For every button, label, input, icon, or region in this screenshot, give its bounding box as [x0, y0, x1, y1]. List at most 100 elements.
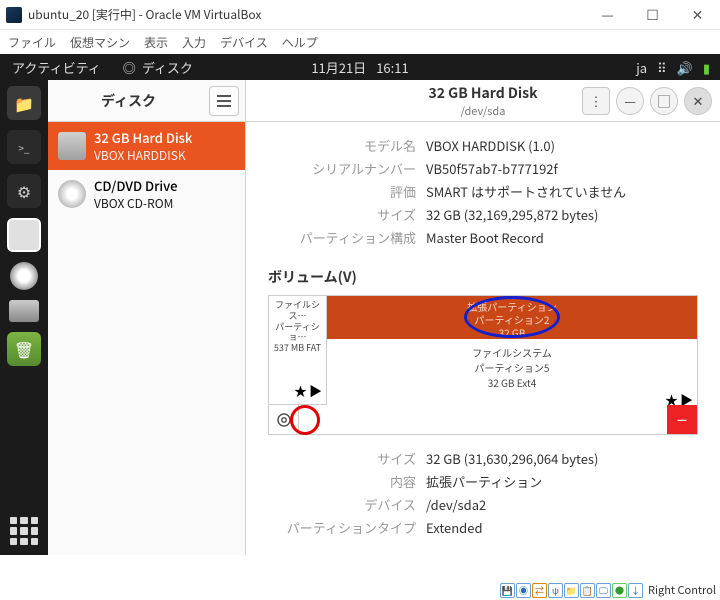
sb-record-icon[interactable]: ● [612, 583, 627, 598]
gnome-topbar: アクティビティ ◎ ディスク 11月21日 16:11 ja ⠿ 🔊 ▮ [0, 54, 720, 80]
label-model: モデル名 [246, 136, 426, 155]
host-key-label: Right Control [648, 582, 716, 598]
vbox-statusbar: 💾 ◉ ⇄ ψ 📁 📋 🖵 ● ↓ Right Control [496, 580, 720, 600]
disk-item-subtitle: VBOX CD-ROM [94, 195, 178, 212]
dock-disks-icon[interactable] [7, 218, 41, 252]
delete-partition-button[interactable]: − [667, 405, 697, 434]
vbox-menubar: ファイル 仮想マシン 表示 入力 デバイス ヘルプ [0, 30, 720, 54]
part1-size: 537 MB FAT [271, 343, 324, 354]
value-device: /dev/sda2 [426, 495, 486, 514]
maximize-button[interactable]: ☐ [630, 0, 675, 30]
disk-item-subtitle: VBOX HARDDISK [94, 147, 192, 164]
partition-2[interactable]: 拡張パーティション パーティション2 32 GB ファイルシステム パーティショ… [327, 296, 697, 404]
dock-apps-button[interactable] [10, 517, 38, 545]
sb-folder-icon[interactable]: 📁 [564, 583, 579, 598]
detail-title: 32 GB Hard Disk [428, 83, 537, 103]
label-assessment: 評価 [246, 182, 426, 201]
volumes-title: ボリューム(V) [246, 257, 720, 295]
minimize-button[interactable]: — [616, 87, 644, 115]
value-assessment: SMART はサポートされていません [426, 182, 626, 201]
time-label: 16:11 [376, 58, 408, 77]
disk-item-title: CD/DVD Drive [94, 176, 178, 195]
volume-strip: ファイルシス… パーティショ… 537 MB FAT ★▶ 拡張パーティション … [268, 295, 698, 405]
sb-network-icon[interactable]: ⇄ [532, 583, 547, 598]
label-content: 内容 [246, 472, 426, 491]
window-title: ubuntu_20 [実行中] - Oracle VM VirtualBox [28, 6, 585, 23]
disks-sidebar: ディスク 32 GB Hard Disk VBOX HARDDISK CD/DV… [48, 80, 246, 555]
menu-view[interactable]: 表示 [144, 34, 168, 51]
dock-cd-icon[interactable] [10, 262, 38, 290]
label-serial: シリアルナンバー [246, 159, 426, 178]
vbox-icon [6, 7, 22, 23]
drive-menu-button[interactable]: ⋮ [582, 87, 610, 115]
volume-settings-button[interactable] [269, 405, 299, 434]
dock-trash-icon[interactable]: 🗑 [7, 332, 41, 366]
menu-input[interactable]: 入力 [182, 34, 206, 51]
sb-mouse-icon[interactable]: ↓ [628, 583, 643, 598]
menu-help[interactable]: ヘルプ [282, 34, 318, 51]
content-area: 📁 >_ ⚙ 🗑 ディスク 32 GB Hard Disk VBOX HARDD… [0, 80, 720, 555]
label-psize: サイズ [246, 449, 426, 468]
value-psize: 32 GB (31,630,296,064 bytes) [426, 449, 598, 468]
vbox-titlebar: ubuntu_20 [実行中] - Oracle VM VirtualBox —… [0, 0, 720, 30]
label-size: サイズ [246, 205, 426, 224]
part1-name: パーティショ… [271, 322, 324, 344]
partition-1[interactable]: ファイルシス… パーティショ… 537 MB FAT ★▶ [269, 296, 327, 404]
part5-fs: ファイルシステム [327, 345, 697, 360]
dock-files-icon[interactable]: 📁 [7, 86, 41, 120]
value-partitioning: Master Boot Record [426, 228, 544, 247]
system-tray: ja ⠿ 🔊 ▮ [636, 58, 720, 77]
value-serial: VB50f57ab7-b777192f [426, 159, 558, 178]
menu-machine[interactable]: 仮想マシン [70, 34, 130, 51]
part5-name: パーティション5 [327, 360, 697, 375]
disk-item-title: 32 GB Hard Disk [94, 128, 192, 147]
play-icon: ▶ [309, 381, 322, 400]
label-partitioning: パーティション構成 [246, 228, 426, 247]
close-button[interactable]: ✕ [684, 87, 712, 115]
value-ptype: Extended [426, 518, 483, 537]
sb-clipboard-icon[interactable]: 📋 [580, 583, 595, 598]
volume-icon[interactable]: 🔊 [677, 58, 693, 77]
sb-usb-icon[interactable]: ψ [548, 583, 563, 598]
window-controls: — ☐ ✕ [585, 0, 720, 30]
star-icon: ★ [294, 381, 307, 400]
sb-display-icon[interactable]: 🖵 [596, 583, 611, 598]
ext-size: 32 GB [327, 326, 697, 339]
partition-5[interactable]: ファイルシステム パーティション5 32 GB Ext4 ★▶ [327, 339, 697, 413]
disk-item-harddisk[interactable]: 32 GB Hard Disk VBOX HARDDISK [48, 122, 245, 170]
sb-disk-icon[interactable]: 💾 [500, 583, 515, 598]
sidebar-title: ディスク [48, 91, 209, 111]
battery-icon[interactable]: ▮ [703, 58, 710, 77]
dock-settings-icon[interactable]: ⚙ [7, 174, 41, 208]
value-content: 拡張パーティション [426, 472, 542, 491]
cd-icon [58, 180, 86, 208]
extended-partition[interactable]: 拡張パーティション パーティション2 32 GB [327, 296, 697, 339]
menu-device[interactable]: デバイス [220, 34, 268, 51]
sidebar-header: ディスク [48, 80, 245, 122]
app-indicator[interactable]: ◎ ディスク [113, 58, 193, 77]
hamburger-button[interactable] [209, 86, 239, 116]
detail-pane: 32 GB Hard Disk /dev/sda ⋮ — ▢ ✕ モデル名VBO… [246, 80, 720, 555]
dock-drive-icon[interactable] [9, 300, 39, 322]
gear-icon [275, 411, 293, 429]
lang-indicator[interactable]: ja [636, 58, 647, 77]
clock[interactable]: 11月21日 16:11 [311, 58, 408, 77]
minimize-button[interactable]: — [585, 0, 630, 30]
network-icon[interactable]: ⠿ [657, 58, 667, 77]
part5-size: 32 GB Ext4 [327, 375, 697, 390]
partition-info: サイズ32 GB (31,630,296,064 bytes) 内容拡張パーティ… [246, 435, 720, 547]
label-device: デバイス [246, 495, 426, 514]
disc-icon: ◎ [123, 58, 136, 77]
dock: 📁 >_ ⚙ 🗑 [0, 80, 48, 555]
value-model: VBOX HARDDISK (1.0) [426, 136, 555, 155]
maximize-button[interactable]: ▢ [650, 87, 678, 115]
sb-cd-icon[interactable]: ◉ [516, 583, 531, 598]
part1-fs: ファイルシス… [271, 300, 324, 322]
close-button[interactable]: ✕ [675, 0, 720, 30]
menu-file[interactable]: ファイル [8, 34, 56, 51]
detail-header: 32 GB Hard Disk /dev/sda ⋮ — ▢ ✕ [246, 80, 720, 122]
activities-button[interactable]: アクティビティ [0, 58, 113, 77]
volume-actions: − [268, 405, 698, 435]
dock-terminal-icon[interactable]: >_ [7, 130, 41, 164]
disk-item-cddvd[interactable]: CD/DVD Drive VBOX CD-ROM [48, 170, 245, 218]
